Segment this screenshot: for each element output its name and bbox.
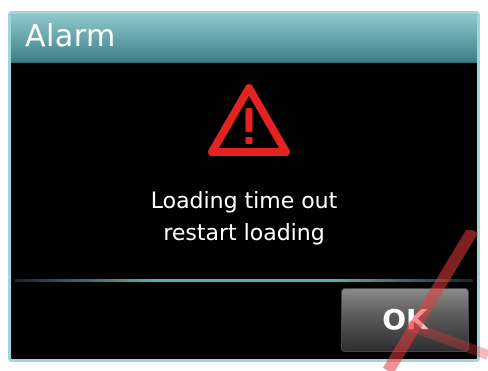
separator	[15, 279, 473, 282]
message-line-1: Loading time out	[150, 189, 338, 214]
warning-triangle-icon	[208, 84, 290, 156]
alarm-dialog: Alarm Loading time out restart loading O…	[8, 11, 480, 362]
dialog-title: Alarm	[25, 19, 116, 54]
dialog-message: Loading time out restart loading	[11, 186, 477, 250]
ok-button[interactable]: OK	[341, 288, 469, 352]
dialog-title-bar: Alarm	[11, 14, 477, 63]
message-line-2: restart loading	[163, 221, 325, 246]
